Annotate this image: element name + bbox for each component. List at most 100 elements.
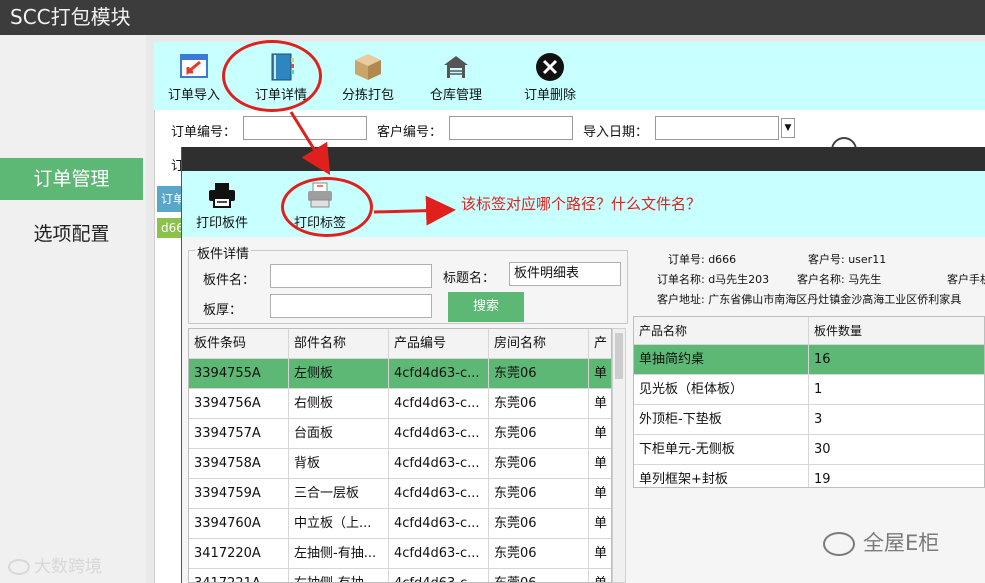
column-header-part-name[interactable]: 部件名称 (289, 329, 389, 359)
sidebar-item-options-config[interactable]: 选项配置 (0, 213, 143, 255)
table-row[interactable]: 见光板（柜体板） 1 (634, 375, 984, 405)
package-box-icon (355, 54, 381, 80)
order-import-button[interactable]: 订单导入 (168, 52, 220, 103)
column-header-product-no[interactable]: 产品编号 (389, 329, 489, 359)
cell-product-name: 单列框架+封板 (634, 465, 809, 487)
table-row[interactable]: 3417220A 左抽侧-有抽... 4cfd4d63-c... 东莞06 单 (189, 539, 611, 569)
order-no-input[interactable] (243, 116, 367, 140)
wechat-icon (823, 532, 855, 556)
search-button[interactable]: 搜索 (448, 292, 524, 322)
heading-label: 标题名： (443, 271, 496, 286)
table-row[interactable]: 单抽简约桌 16 (634, 345, 984, 375)
warehouse-management-button[interactable]: 仓库管理 (430, 52, 482, 103)
cell-product-name: 单抽简约桌 (634, 345, 809, 375)
cell-room-name: 东莞06 (489, 539, 589, 569)
cell-barcode: 3417221A (189, 569, 289, 582)
print-tag-button[interactable]: 打印标签 (294, 181, 346, 231)
label-printer-icon (308, 182, 332, 208)
cell-product-no: 4cfd4d63-c... (389, 419, 489, 449)
board-thickness-input[interactable] (270, 294, 432, 318)
cell-product-no: 4cfd4d63-c... (389, 539, 489, 569)
table-row[interactable]: 3394758A 背板 4cfd4d63-c... 东莞06 单 (189, 449, 611, 479)
cell-product-no: 4cfd4d63-c... (389, 479, 489, 509)
cell-product-name: 外顶柜-下垫板 (634, 405, 809, 435)
table-row[interactable]: 单列框架+封板 19 (634, 465, 984, 487)
import-date-label: 导入日期： (583, 125, 649, 140)
cell-board-count: 3 (809, 405, 984, 435)
watermark-left-text: 大数跨境 (34, 557, 102, 577)
print-tag-label: 打印标签 (294, 216, 347, 231)
table-row[interactable]: 3394755A 左侧板 4cfd4d63-c... 东莞06 单 (189, 359, 611, 389)
board-table-scrollbar[interactable] (612, 328, 626, 583)
sort-pack-button[interactable]: 分拣打包 (342, 52, 394, 103)
watermark-left: 大数跨境 (8, 552, 102, 577)
order-name-info: 订单名称: d马先生203 (657, 273, 770, 286)
table-row[interactable]: 3417221A右抽侧-有抽...4cfd4d63-c...东莞06单 (189, 569, 611, 582)
order-detail-label: 订单详情 (255, 88, 308, 103)
cell-barcode: 3394757A (189, 419, 289, 449)
app-title: SCC打包模块 (0, 0, 985, 35)
board-name-input[interactable] (270, 264, 432, 288)
customer-no-label: 客户编号： (377, 125, 443, 140)
board-name-label: 板件名： (203, 273, 256, 288)
printer-icon (209, 183, 235, 208)
cell-room-name: 东莞06 (489, 479, 589, 509)
column-header-product-truncated[interactable]: 产 (589, 329, 611, 359)
heading-input[interactable]: 板件明细表 (509, 262, 621, 286)
notebook-icon (271, 53, 294, 81)
table-row[interactable]: 下柜单元-无侧板 30 (634, 435, 984, 465)
product-table: 产品名称 板件数量 单抽简约桌 16 见光板（柜体板） 1 外顶柜-下垫板 3 下柜单元-无… (633, 316, 985, 488)
import-window-icon (180, 54, 208, 78)
warehouse-icon (444, 56, 468, 78)
table-row[interactable]: 外顶柜-下垫板 3 (634, 405, 984, 435)
customer-address-info: 客户地址: 广东省佛山市南海区丹灶镇金沙高海工业区侨利家具 (657, 293, 962, 306)
scrollbar-thumb[interactable] (615, 333, 623, 379)
cell-board-count: 1 (809, 375, 984, 405)
cell-product-no: 4cfd4d63-c... (389, 449, 489, 479)
cell-product-truncated: 单 (589, 479, 611, 509)
cell-product-truncated: 单 (589, 419, 611, 449)
cell-product-truncated: 单 (589, 569, 611, 582)
cell-barcode: 3417220A (189, 539, 289, 569)
table-row[interactable]: 3394756A 右侧板 4cfd4d63-c... 东莞06 单 (189, 389, 611, 419)
cell-part-name: 台面板 (289, 419, 389, 449)
sidebar-item-order-management[interactable]: 订单管理 (0, 158, 143, 200)
import-date-input[interactable] (655, 116, 779, 140)
sidebar: 订单管理 选项配置 (0, 35, 146, 583)
table-row[interactable]: 3394760A 中立板（上... 4cfd4d63-c... 东莞06 单 (189, 509, 611, 539)
cell-room-name: 东莞06 (489, 359, 589, 389)
watermark-right: 全屋E柜 (823, 527, 939, 557)
customer-no-info: 客户号: user11 (808, 253, 887, 266)
cell-product-truncated: 单 (589, 509, 611, 539)
cell-board-count: 30 (809, 435, 984, 465)
cell-barcode: 3394755A (189, 359, 289, 389)
close-circle-icon (536, 53, 564, 81)
cell-part-name: 左抽侧-有抽... (289, 539, 389, 569)
customer-no-input[interactable] (449, 116, 573, 140)
customer-name-info: 客户名称: 马先生 (797, 273, 882, 286)
customer-phone-info: 客户手机 (947, 273, 985, 286)
column-header-product-name[interactable]: 产品名称 (634, 317, 809, 345)
column-header-board-count[interactable]: 板件数量 (809, 317, 984, 345)
cell-barcode: 3394759A (189, 479, 289, 509)
cell-part-name: 背板 (289, 449, 389, 479)
cell-part-name: 左侧板 (289, 359, 389, 389)
cell-barcode: 3394756A (189, 389, 289, 419)
order-detail-button[interactable]: 订单详情 (255, 52, 307, 103)
table-row[interactable]: 3394757A 台面板 4cfd4d63-c... 东莞06 单 (189, 419, 611, 449)
cell-product-name: 下柜单元-无侧板 (634, 435, 809, 465)
date-dropdown-arrow-icon[interactable]: ▼ (781, 118, 795, 138)
cell-product-truncated: 单 (589, 389, 611, 419)
cell-room-name: 东莞06 (489, 569, 589, 582)
print-board-label: 打印板件 (196, 216, 249, 231)
order-delete-button[interactable]: 订单删除 (524, 52, 576, 103)
cell-product-truncated: 单 (589, 539, 611, 569)
print-board-button[interactable]: 打印板件 (196, 181, 248, 231)
watermark-logo-icon (8, 559, 30, 575)
table-row[interactable]: 3394759A 三合一层板 4cfd4d63-c... 东莞06 单 (189, 479, 611, 509)
order-import-label: 订单导入 (168, 88, 221, 103)
column-header-barcode[interactable]: 板件条码 (189, 329, 289, 359)
annotation-question: 该标签对应哪个路径？什么文件名？ (461, 195, 702, 213)
column-header-room-name[interactable]: 房间名称 (489, 329, 589, 359)
cell-part-name: 中立板（上... (289, 509, 389, 539)
